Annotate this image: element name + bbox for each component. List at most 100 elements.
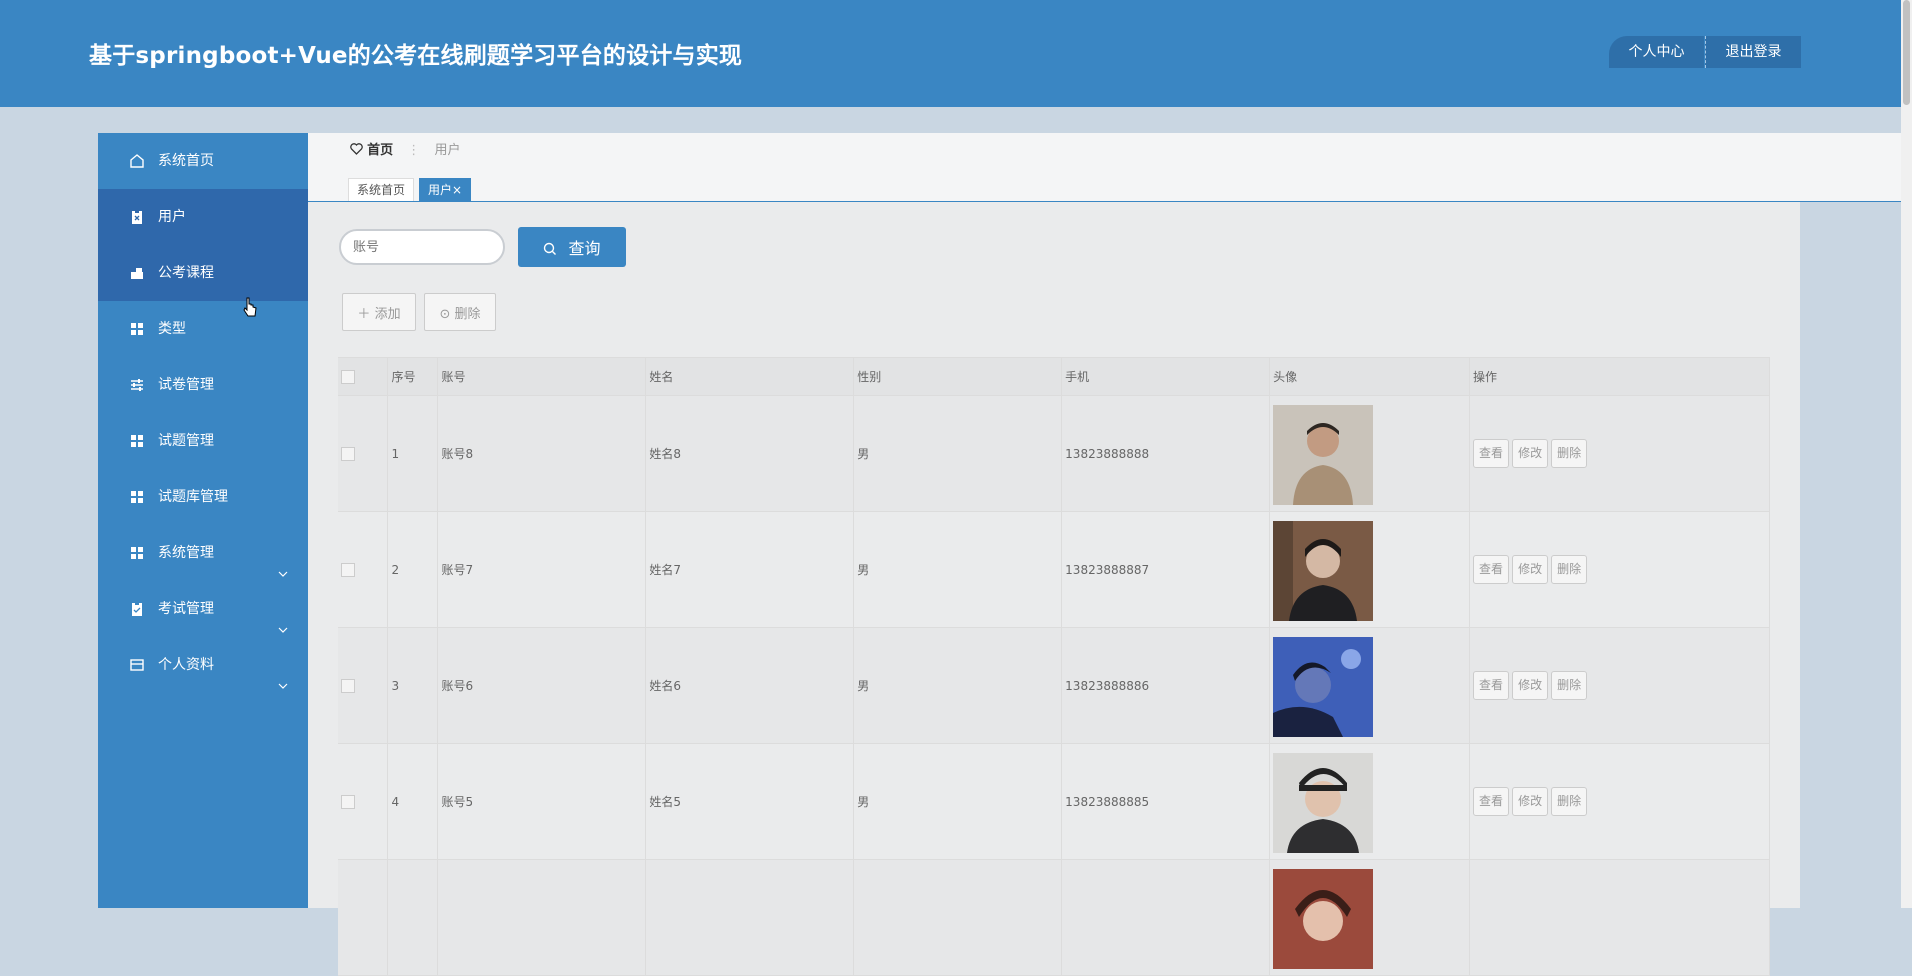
cell-avatar <box>1269 743 1471 860</box>
sidebar-item-label: 考试管理 <box>158 601 214 617</box>
cell-avatar <box>1269 627 1471 744</box>
cell-avatar <box>1269 395 1471 512</box>
table-row: 1 账号8 姓名8 男 13823888888 查看 修改 删除 <box>338 395 1770 512</box>
sidebar-item-home[interactable]: 系统首页 <box>98 133 308 189</box>
view-button[interactable]: 查看 <box>1473 787 1510 816</box>
cell-account: 账号6 <box>437 627 647 744</box>
avatar[interactable] <box>1273 752 1374 853</box>
row-select-cell <box>338 627 389 744</box>
column-header: 账号 <box>437 357 647 396</box>
add-button[interactable]: ＋ 添加 <box>342 293 416 331</box>
tab-home[interactable]: 系统首页 <box>348 178 415 203</box>
cell-name: 姓名8 <box>645 395 855 512</box>
page-scrollbar[interactable] <box>1901 0 1912 908</box>
app-title: 基于springboot+Vue的公考在线刷题学习平台的设计与实现 <box>89 43 743 69</box>
cell-operations: 查看 修改 删除 <box>1469 511 1770 628</box>
avatar[interactable] <box>1273 868 1374 969</box>
row-checkbox[interactable] <box>341 678 355 693</box>
row-checkbox[interactable] <box>341 794 355 809</box>
home-icon <box>129 153 145 169</box>
avatar[interactable] <box>1273 520 1374 621</box>
cell-index: 2 <box>387 511 439 628</box>
view-button[interactable]: 查看 <box>1473 671 1510 700</box>
delete-button[interactable]: 删除 <box>1551 439 1588 468</box>
grid-icon <box>129 321 145 337</box>
sidebar-item-label: 系统首页 <box>158 153 214 169</box>
view-button[interactable]: 查看 <box>1473 439 1510 468</box>
delete-button[interactable]: 删除 <box>1551 787 1588 816</box>
sidebar-item-questions[interactable]: 试题管理 <box>98 413 308 469</box>
row-checkbox[interactable] <box>341 446 355 461</box>
cell-gender <box>853 859 1063 976</box>
grid-icon <box>129 489 145 505</box>
row-select-cell <box>338 511 389 628</box>
cell-name: 姓名6 <box>645 627 855 744</box>
mouse-cursor-icon <box>243 297 257 317</box>
sidebar-item-users[interactable]: 用户 <box>98 189 308 245</box>
tab-users[interactable]: 用户× <box>419 178 472 203</box>
cell-account: 账号8 <box>437 395 647 512</box>
tab-label: 用户 <box>428 183 453 197</box>
add-button-label: 添加 <box>374 306 401 322</box>
search-button-label: 查询 <box>568 239 601 258</box>
delete-button[interactable]: 删除 <box>1551 671 1588 700</box>
table-header-row: 序号 账号 姓名 性别 手机 头像 操作 <box>338 357 1770 396</box>
account-search-input[interactable] <box>339 229 505 265</box>
edit-button[interactable]: 修改 <box>1512 671 1549 700</box>
tab-close-icon[interactable]: × <box>452 183 462 197</box>
cell-gender: 男 <box>853 395 1063 512</box>
avatar[interactable] <box>1273 636 1374 737</box>
row-select-cell <box>338 859 389 976</box>
sidebar-item-system[interactable]: 系统管理 <box>98 525 308 581</box>
heart-icon <box>350 143 367 158</box>
sidebar-item-label: 试卷管理 <box>158 377 214 393</box>
avatar[interactable] <box>1273 404 1374 505</box>
logout-button[interactable]: 退出登录 <box>1705 36 1801 68</box>
cell-gender: 男 <box>853 511 1063 628</box>
chevron-down-icon <box>278 603 288 633</box>
sidebar-item-question-bank[interactable]: 试题库管理 <box>98 469 308 525</box>
sidebar-item-papers[interactable]: 试卷管理 <box>98 357 308 413</box>
cell-index: 4 <box>387 743 439 860</box>
row-select-cell <box>338 395 389 512</box>
delete-circle-icon: ⊙ <box>439 306 451 322</box>
sidebar-item-label: 个人资料 <box>158 657 214 673</box>
sidebar-item-profile[interactable]: 个人资料 <box>98 637 308 693</box>
edit-button[interactable]: 修改 <box>1512 787 1549 816</box>
search-button[interactable]: 查询 <box>518 227 626 267</box>
cell-phone: 13823888886 <box>1061 627 1271 744</box>
select-all-checkbox[interactable] <box>341 369 355 384</box>
chevron-down-icon <box>278 547 288 577</box>
cell-gender: 男 <box>853 627 1063 744</box>
grid-icon <box>129 433 145 449</box>
cell-gender: 男 <box>853 743 1063 860</box>
cell-name: 姓名5 <box>645 743 855 860</box>
scrollbar-thumb[interactable] <box>1903 0 1910 105</box>
chevron-down-icon <box>278 659 288 689</box>
card-icon <box>129 657 145 673</box>
main-top-bar <box>308 133 1901 202</box>
search-icon <box>543 239 568 258</box>
cell-index: 1 <box>387 395 439 512</box>
batch-delete-button[interactable]: ⊙ 删除 <box>424 293 496 331</box>
column-header: 操作 <box>1469 357 1770 396</box>
row-checkbox[interactable] <box>341 562 355 577</box>
breadcrumb-home[interactable]: 首页 <box>367 143 393 158</box>
sidebar-item-types[interactable]: 类型 <box>98 301 308 357</box>
cell-name <box>645 859 855 976</box>
sidebar-item-courses[interactable]: 公考课程 <box>98 245 308 301</box>
column-header: 性别 <box>853 357 1063 396</box>
profile-button[interactable]: 个人中心 <box>1609 36 1704 68</box>
edit-button[interactable]: 修改 <box>1512 439 1549 468</box>
delete-button[interactable]: 删除 <box>1551 555 1588 584</box>
sidebar-item-exams[interactable]: 考试管理 <box>98 581 308 637</box>
table-row: 2 账号7 姓名7 男 13823888887 查看 修改 删除 <box>338 511 1770 628</box>
breadcrumb-current: 用户 <box>434 143 461 158</box>
sidebar-item-label: 系统管理 <box>158 545 214 561</box>
sidebar: 系统首页 用户 公考课程 类型 试卷管理 试题管理 试题库管理 系统管理 考试管… <box>98 133 308 908</box>
cell-phone: 13823888887 <box>1061 511 1271 628</box>
top-header: 基于springboot+Vue的公考在线刷题学习平台的设计与实现 个人中心 退… <box>0 0 1901 107</box>
column-header: 序号 <box>387 357 439 396</box>
view-button[interactable]: 查看 <box>1473 555 1510 584</box>
edit-button[interactable]: 修改 <box>1512 555 1549 584</box>
